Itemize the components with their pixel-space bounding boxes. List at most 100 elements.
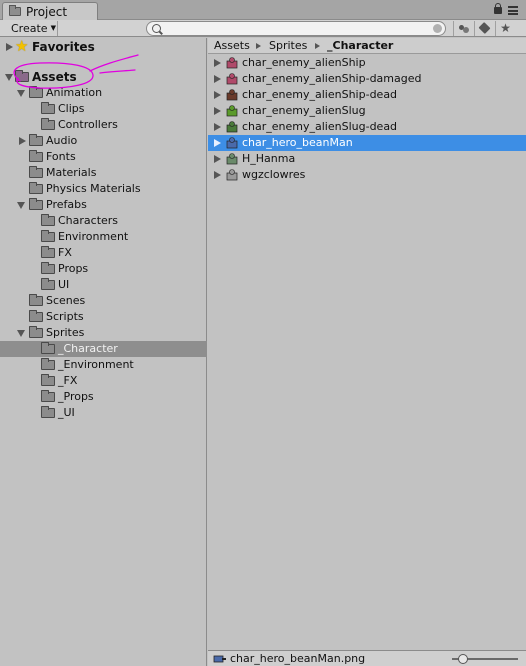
asset-row[interactable]: char_hero_beanMan (208, 135, 526, 151)
tree-item-label: UI (58, 278, 70, 291)
zoom-slider-knob[interactable] (458, 654, 468, 664)
tree-item-label: Animation (46, 86, 103, 99)
asset-row[interactable]: char_enemy_alienShip-damaged (208, 71, 526, 87)
tree-assets[interactable]: Assets (0, 69, 207, 85)
tree-favorites[interactable]: ★ Favorites (0, 37, 207, 55)
tree-item-audio[interactable]: Audio (0, 133, 207, 149)
expand-arrow-icon[interactable] (214, 107, 221, 115)
sprite-thumbnail-icon (213, 655, 226, 663)
collapse-arrow-icon[interactable] (17, 330, 25, 337)
tree-item-label: _FX (58, 374, 78, 387)
tree-item-label: _Character (58, 342, 118, 355)
tab-project[interactable]: Project (2, 2, 98, 21)
tree-item-sprites[interactable]: Sprites (0, 325, 207, 341)
breadcrumb-current[interactable]: _Character (327, 39, 393, 52)
expand-arrow-icon[interactable] (214, 171, 221, 179)
menu-icon[interactable] (508, 6, 518, 15)
folder-icon (41, 358, 55, 370)
toolbar: Create ▼ ★ (0, 20, 526, 37)
folder-icon (41, 342, 55, 354)
tree-item-characters[interactable]: Characters (0, 213, 207, 229)
tree-item-character[interactable]: _Character (0, 341, 207, 357)
sprite-thumbnail-icon (226, 121, 238, 133)
tree-item-fx[interactable]: _FX (0, 373, 207, 389)
tree-item-label: Props (58, 262, 89, 275)
breadcrumb-item[interactable]: Assets (214, 39, 250, 52)
tree-item-ui[interactable]: UI (0, 277, 207, 293)
sprite-thumbnail-icon (226, 57, 238, 69)
collapse-arrow-icon[interactable] (17, 202, 25, 209)
star-icon: ★ (15, 37, 29, 55)
tree-item-label: Environment (58, 230, 129, 243)
asset-row[interactable]: char_enemy_alienShip (208, 55, 526, 71)
tree-item-clips[interactable]: Clips (0, 101, 207, 117)
expand-arrow-icon[interactable] (214, 59, 221, 67)
tree-item-environment[interactable]: _Environment (0, 357, 207, 373)
sprite-thumbnail-icon (226, 153, 238, 165)
expand-arrow-icon[interactable] (214, 75, 221, 83)
breadcrumb-item[interactable]: Sprites (269, 39, 307, 52)
tree-item-label: Fonts (46, 150, 76, 163)
expand-arrow-icon[interactable] (6, 43, 13, 51)
asset-label: H_Hanma (242, 152, 296, 165)
search-clear-icon[interactable] (433, 24, 442, 33)
tree-item-label: _UI (58, 406, 75, 419)
folder-icon (41, 374, 55, 386)
folder-icon (29, 166, 43, 178)
asset-label: char_enemy_alienSlug (242, 104, 366, 117)
search-icon[interactable] (152, 24, 161, 33)
filter-by-label-icon[interactable] (474, 21, 494, 36)
folder-icon (41, 278, 55, 290)
filter-by-type-icon[interactable] (453, 21, 473, 36)
tree-item-label: _Props (58, 390, 94, 403)
tree-item-label: Physics Materials (46, 182, 141, 195)
expand-arrow-icon[interactable] (214, 91, 221, 99)
expand-arrow-icon[interactable] (214, 139, 221, 147)
tree-item-animation[interactable]: Animation (0, 85, 207, 101)
folder-icon (29, 326, 43, 338)
tree-item-fx[interactable]: FX (0, 245, 207, 261)
sprite-thumbnail-icon (226, 137, 238, 149)
tree-item-props[interactable]: _Props (0, 389, 207, 405)
folder-icon (29, 150, 43, 162)
create-button-label: Create (11, 22, 48, 35)
expand-arrow-icon[interactable] (19, 137, 26, 145)
asset-row[interactable]: char_enemy_alienSlug (208, 103, 526, 119)
expand-arrow-icon[interactable] (214, 123, 221, 131)
tree-item-scripts[interactable]: Scripts (0, 309, 207, 325)
asset-row[interactable]: char_enemy_alienSlug-dead (208, 119, 526, 135)
create-button[interactable]: Create ▼ (3, 21, 58, 36)
tree-item-materials[interactable]: Materials (0, 165, 207, 181)
zoom-slider[interactable] (452, 654, 518, 664)
asset-row[interactable]: H_Hanma (208, 151, 526, 167)
collapse-arrow-icon[interactable] (5, 74, 13, 81)
folder-icon (41, 214, 55, 226)
tab-strip: Project (0, 0, 526, 21)
status-bar: char_hero_beanMan.png (208, 650, 526, 666)
breadcrumb-separator-icon (256, 43, 261, 49)
tree-favorites-label: Favorites (32, 40, 95, 54)
folder-icon (29, 198, 43, 210)
tree-item-label: Scenes (46, 294, 86, 307)
tree-item-scenes[interactable]: Scenes (0, 293, 207, 309)
tree-item-label: Prefabs (46, 198, 87, 211)
asset-label: char_enemy_alienShip-damaged (242, 72, 422, 85)
tree-item-label: Audio (46, 134, 78, 147)
asset-row[interactable]: wgzclowres (208, 167, 526, 183)
tree-item-prefabs[interactable]: Prefabs (0, 197, 207, 213)
tree-item-fonts[interactable]: Fonts (0, 149, 207, 165)
folder-icon (41, 246, 55, 258)
expand-arrow-icon[interactable] (214, 155, 221, 163)
asset-label: char_enemy_alienShip-dead (242, 88, 398, 101)
tree-item-props[interactable]: Props (0, 261, 207, 277)
favorite-star-icon[interactable]: ★ (495, 21, 515, 36)
collapse-arrow-icon[interactable] (17, 90, 25, 97)
lock-icon[interactable] (494, 3, 502, 14)
tree-item-physics-materials[interactable]: Physics Materials (0, 181, 207, 197)
asset-row[interactable]: char_enemy_alienShip-dead (208, 87, 526, 103)
tree-item-ui[interactable]: _UI (0, 405, 207, 421)
folder-icon (29, 182, 43, 194)
search-input[interactable] (165, 22, 425, 35)
tree-item-environment[interactable]: Environment (0, 229, 207, 245)
tree-item-controllers[interactable]: Controllers (0, 117, 207, 133)
